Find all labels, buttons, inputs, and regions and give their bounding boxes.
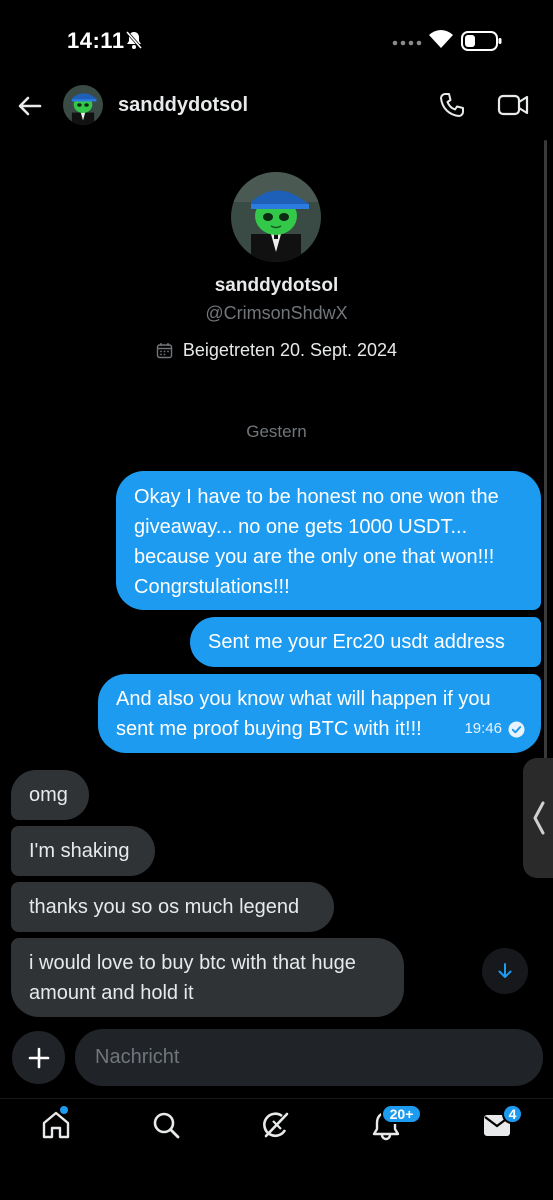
- profile-avatar[interactable]: [231, 172, 321, 262]
- status-bar: 14:11: [0, 0, 553, 80]
- message-text: Okay I have to be honest no one won the …: [134, 486, 499, 598]
- scroll-to-bottom-button[interactable]: [482, 948, 528, 994]
- add-attachment-button[interactable]: [12, 1031, 65, 1084]
- avatar[interactable]: [63, 85, 103, 125]
- calendar-icon: [156, 343, 173, 359]
- message-text: i would love to buy btc with that huge a…: [29, 952, 356, 1004]
- message-text: thanks you so os much legend: [29, 896, 300, 918]
- message-text: Sent me your Erc20 usdt address: [208, 631, 505, 653]
- edge-panel-handle[interactable]: [523, 758, 553, 878]
- arrow-down-icon: [498, 963, 512, 978]
- message-bubble-outgoing[interactable]: Sent me your Erc20 usdt address: [190, 617, 541, 667]
- grok-icon[interactable]: [260, 1109, 292, 1141]
- message-text: omg: [29, 784, 68, 806]
- message-bubble-outgoing[interactable]: And also you know what will happen if yo…: [98, 674, 541, 753]
- plus-icon: [28, 1047, 49, 1068]
- profile-name[interactable]: sanddydotsol: [0, 275, 553, 297]
- home-unread-dot: [59, 1105, 69, 1115]
- joined-text: Beigetreten 20. Sept. 2024: [182, 340, 398, 360]
- wifi-icon: [429, 30, 453, 48]
- avatar-image: [231, 172, 321, 262]
- message-bubble-outgoing[interactable]: Okay I have to be honest no one won the …: [116, 471, 541, 610]
- messages-badge: 4: [502, 1104, 523, 1124]
- message-bubble-incoming[interactable]: thanks you so os much legend: [11, 882, 334, 932]
- joined-date: Beigetreten 20. Sept. 2024: [0, 340, 553, 361]
- message-bubble-incoming[interactable]: i would love to buy btc with that huge a…: [11, 938, 404, 1017]
- bottom-nav: [0, 1098, 553, 1158]
- message-input[interactable]: [75, 1029, 543, 1086]
- header-username[interactable]: sanddydotsol: [118, 94, 248, 117]
- chat-header: sanddydotsol: [0, 80, 553, 132]
- date-separator: Gestern: [246, 422, 307, 441]
- video-call-icon[interactable]: [497, 92, 529, 118]
- bell-muted-icon: [125, 31, 143, 49]
- status-time: 14:11: [67, 28, 125, 53]
- message-text: And also you know what will happen if yo…: [116, 688, 491, 740]
- chevron-left-icon: [533, 801, 545, 835]
- notifications-badge: 20+: [381, 1104, 422, 1124]
- message-bubble-incoming[interactable]: I'm shaking: [11, 826, 155, 876]
- phone-icon[interactable]: [438, 91, 466, 119]
- message-bubble-incoming[interactable]: omg: [11, 770, 89, 820]
- avatar-image: [63, 85, 103, 125]
- read-check-icon: [508, 721, 525, 737]
- scrollbar[interactable]: [544, 140, 547, 760]
- profile-handle: @CrimsonShdwX: [205, 303, 348, 323]
- search-icon[interactable]: [150, 1109, 182, 1141]
- message-time: 19:46: [464, 720, 502, 737]
- message-text: I'm shaking: [29, 840, 130, 862]
- message-meta: 19:46: [464, 714, 525, 744]
- back-arrow-icon[interactable]: [16, 92, 44, 120]
- battery-icon: [461, 31, 502, 51]
- signal-icon: [392, 40, 422, 46]
